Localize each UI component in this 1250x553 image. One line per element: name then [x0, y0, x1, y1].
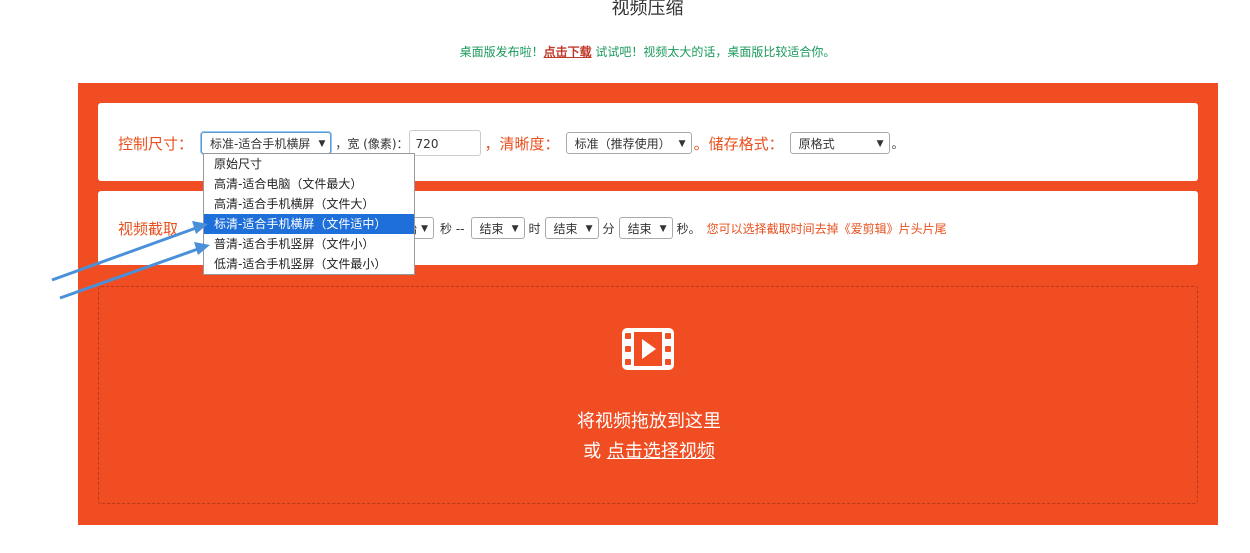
- chevron-down-icon: ▼: [511, 224, 519, 234]
- width-label: ，宽 (像素)：: [335, 136, 409, 151]
- width-input[interactable]: 720: [408, 130, 481, 156]
- size-dropdown-menu: 原始尺寸 高清-适合电脑（文件最大） 高清-适合手机横屏（文件大） 标清-适合手…: [203, 153, 415, 275]
- size-label: 控制尺寸：: [118, 134, 194, 153]
- dropzone-line1: 将视频拖放到这里: [577, 411, 721, 432]
- desktop-notice: 桌面版发布啦！点击下载 试试吧！视频太大的话，桌面版比较适合你。: [0, 43, 1250, 60]
- film-icon: [622, 328, 674, 370]
- clarity-select[interactable]: 标准（推荐使用） ▼: [565, 132, 692, 154]
- end-hour-select[interactable]: 结束 ▼: [470, 217, 525, 239]
- end-punctuation: 。: [891, 136, 904, 151]
- hour-label: 时: [528, 221, 541, 236]
- chevron-down-icon: ▼: [318, 139, 326, 149]
- chevron-down-icon: ▼: [659, 224, 667, 234]
- clarity-select-value: 标准（推荐使用）: [574, 137, 671, 151]
- second-separator: 秒 --: [440, 221, 465, 236]
- end-second-select[interactable]: 结束 ▼: [618, 217, 673, 239]
- dropzone-or: 或: [583, 441, 607, 462]
- end-hour-value: 结束: [479, 222, 504, 236]
- format-select[interactable]: 原格式 ▼: [789, 132, 890, 154]
- size-option[interactable]: 普清-适合手机竖屏（文件小）: [204, 234, 414, 254]
- dropzone-text: 将视频拖放到这里 或 点击选择视频: [99, 407, 1199, 467]
- compress-panel: 控制尺寸： 标准-适合手机横屏 ▼ ，宽 (像素)： 720 ，清晰度： 标准（…: [78, 83, 1218, 525]
- format-label: 。储存格式：: [693, 134, 784, 153]
- video-dropzone[interactable]: 将视频拖放到这里 或 点击选择视频: [98, 286, 1198, 504]
- format-select-value: 原格式: [798, 137, 835, 151]
- clarity-label: ，清晰度：: [484, 134, 560, 153]
- page-title: 视频压缩: [611, 0, 684, 19]
- size-option[interactable]: 高清-适合手机横屏（文件大）: [204, 194, 414, 214]
- notice-text-before: 桌面版发布啦！: [459, 45, 544, 59]
- end-second-value: 结束: [627, 222, 652, 236]
- chevron-down-icon: ▼: [585, 224, 593, 234]
- download-link[interactable]: 点击下载: [544, 45, 592, 59]
- dropzone-line2: 或 点击选择视频: [99, 437, 1199, 467]
- second-label: 秒。: [676, 221, 701, 236]
- end-minute-select[interactable]: 结束 ▼: [544, 217, 599, 239]
- trim-hint: 您可以选择截取时间去掉《爱剪辑》片头片尾: [706, 221, 947, 236]
- chevron-down-icon: ▼: [678, 139, 686, 149]
- trim-label: 视频截取: [118, 219, 179, 238]
- chevron-down-icon: ▼: [876, 139, 884, 149]
- size-select[interactable]: 标准-适合手机横屏 ▼: [201, 132, 332, 154]
- size-option-selected[interactable]: 标清-适合手机横屏（文件适中）: [204, 214, 414, 234]
- minute-label: 分: [602, 221, 615, 236]
- size-select-value: 标准-适合手机横屏: [210, 137, 311, 151]
- size-option[interactable]: 高清-适合电脑（文件最大）: [204, 174, 414, 194]
- size-option[interactable]: 低清-适合手机竖屏（文件最小）: [204, 254, 414, 274]
- end-minute-value: 结束: [553, 222, 578, 236]
- chevron-down-icon: ▼: [421, 224, 429, 234]
- size-option[interactable]: 原始尺寸: [204, 154, 414, 174]
- notice-text-after: 试试吧！视频太大的话，桌面版比较适合你。: [591, 45, 836, 59]
- select-video-link[interactable]: 点击选择视频: [607, 441, 715, 462]
